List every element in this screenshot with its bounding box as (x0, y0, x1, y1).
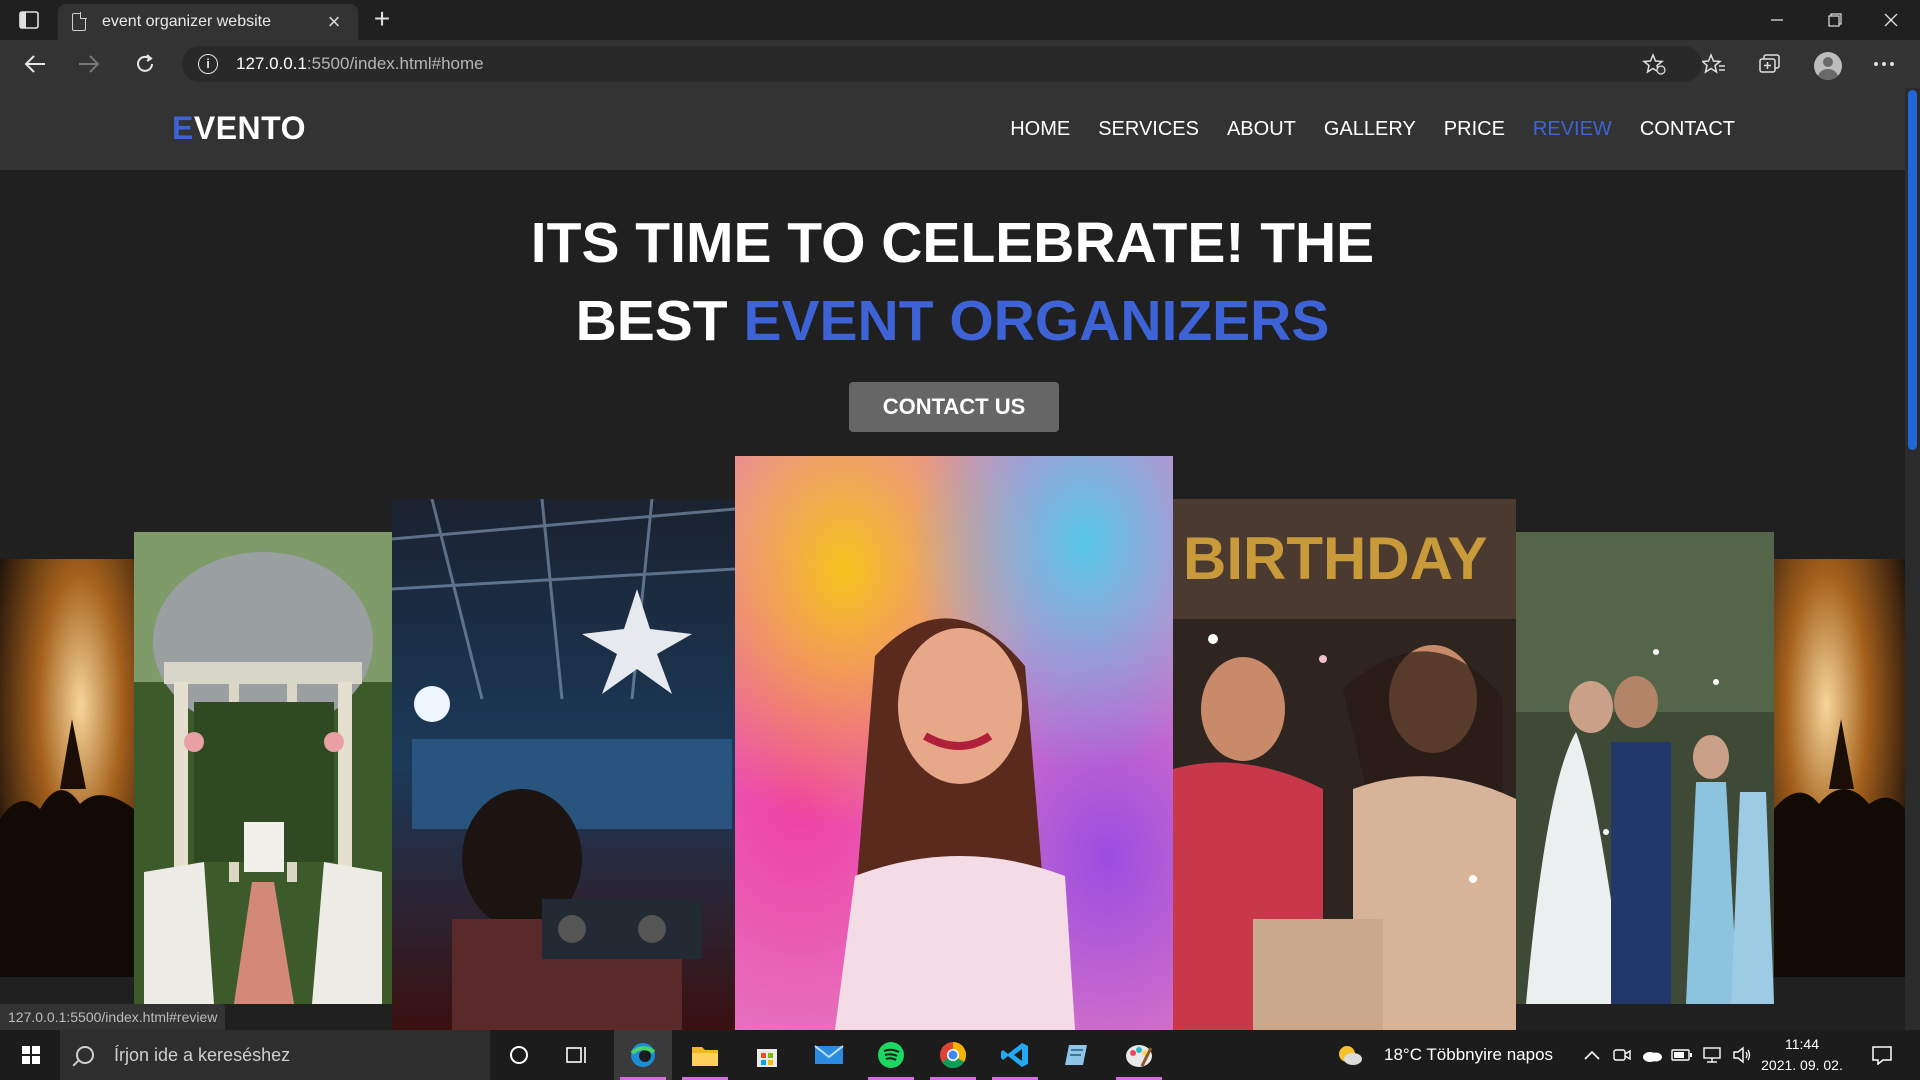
paint-icon[interactable] (1110, 1030, 1168, 1080)
clock-time: 11:44 (1785, 1036, 1819, 1052)
weather-icon[interactable] (1330, 1030, 1370, 1080)
network-icon[interactable] (1696, 1030, 1728, 1080)
close-window-icon[interactable] (1862, 0, 1920, 40)
site-logo[interactable]: EVENTO (172, 110, 306, 147)
nav-home[interactable]: HOME (1010, 118, 1070, 141)
gazebo-photo (134, 532, 392, 1004)
volume-icon[interactable] (1726, 1030, 1758, 1080)
nav-services[interactable]: SERVICES (1098, 118, 1199, 141)
file-explorer-icon[interactable] (676, 1030, 734, 1080)
document-icon (72, 12, 87, 31)
concert-photo (0, 559, 134, 977)
scrollbar-thumb[interactable] (1908, 90, 1917, 450)
contact-us-button[interactable]: CONTACT US (849, 382, 1059, 432)
tab-close-icon[interactable]: × (324, 11, 344, 33)
nav-price[interactable]: PRICE (1444, 118, 1505, 141)
chrome-icon[interactable] (924, 1030, 982, 1080)
cortana-icon[interactable] (490, 1030, 548, 1080)
browser-tab-bar: event organizer website × + (0, 0, 1920, 40)
main-nav: HOME SERVICES ABOUT GALLERY PRICE REVIEW… (1010, 88, 1735, 170)
nav-gallery[interactable]: GALLERY (1324, 118, 1416, 141)
hero-title: ITS TIME TO CELEBRATE! THE BEST EVENT OR… (0, 204, 1905, 360)
add-favorite-icon[interactable] (1636, 48, 1672, 80)
browser-toolbar: i 127.0.0.1:5500/index.html#home (0, 40, 1920, 88)
url-path: :5500/index.html#home (306, 54, 484, 73)
url-host: 127.0.0.1 (236, 54, 307, 73)
tab-title: event organizer website (102, 13, 271, 30)
holi-colors-photo (735, 456, 1173, 1030)
tab-actions-icon[interactable] (16, 8, 42, 32)
collections-icon[interactable] (1752, 48, 1788, 80)
refresh-icon[interactable] (128, 48, 162, 80)
back-arrow-icon[interactable] (18, 48, 52, 80)
clock-date: 2021. 09. 02. (1761, 1057, 1843, 1073)
edge-browser-icon[interactable] (614, 1030, 672, 1080)
restore-icon[interactable] (1806, 0, 1864, 40)
nav-review[interactable]: REVIEW (1533, 118, 1612, 141)
page-scrollbar[interactable] (1905, 88, 1920, 1030)
page-viewport: BIRTHDAY EVENTO HOME SERVICES ABOUT GALL… (0, 88, 1920, 1030)
spotify-icon[interactable] (862, 1030, 920, 1080)
windows-taskbar: Írjon ide a kereséshez 18°C Többnyire na… (0, 1030, 1920, 1080)
new-tab-button[interactable]: + (368, 5, 396, 34)
dj-party-photo (392, 499, 735, 1030)
logo-rest: VENTO (193, 110, 306, 146)
birthday-photo: BIRTHDAY (1173, 499, 1516, 1030)
task-view-icon[interactable] (548, 1030, 606, 1080)
profile-avatar[interactable] (1814, 52, 1842, 80)
concert-photo-right (1774, 559, 1905, 977)
site-info-icon[interactable]: i (198, 54, 218, 74)
battery-icon[interactable] (1666, 1030, 1698, 1080)
notes-app-icon[interactable] (1048, 1030, 1106, 1080)
forward-arrow-icon[interactable] (72, 48, 106, 80)
address-bar[interactable]: i 127.0.0.1:5500/index.html#home (182, 46, 1702, 82)
nav-about[interactable]: ABOUT (1227, 118, 1296, 141)
taskbar-clock[interactable]: 11:44 2021. 09. 02. (1756, 1034, 1848, 1076)
hero-title-line1: ITS TIME TO CELEBRATE! THE (530, 211, 1375, 275)
vscode-icon[interactable] (986, 1030, 1044, 1080)
logo-initial: E (172, 110, 194, 146)
taskbar-search-input[interactable]: Írjon ide a kereséshez (60, 1030, 490, 1080)
nav-contact[interactable]: CONTACT (1640, 118, 1735, 141)
browser-tab[interactable]: event organizer website × (58, 4, 358, 40)
weather-text[interactable]: 18°C Többnyire napos (1384, 1030, 1553, 1080)
wedding-photo (1516, 532, 1774, 1004)
link-status-bar: 127.0.0.1:5500/index.html#review (0, 1004, 226, 1030)
notifications-icon[interactable] (1856, 1030, 1908, 1080)
minimize-icon[interactable] (1748, 0, 1806, 40)
windows-start-icon[interactable] (10, 1040, 52, 1070)
search-icon (76, 1046, 94, 1064)
meet-now-icon[interactable] (1606, 1030, 1638, 1080)
favorites-icon[interactable] (1696, 48, 1732, 80)
onedrive-icon[interactable] (1636, 1030, 1668, 1080)
more-options-icon[interactable] (1866, 48, 1902, 80)
search-placeholder: Írjon ide a kereséshez (114, 1044, 291, 1065)
site-header: EVENTO HOME SERVICES ABOUT GALLERY PRICE… (0, 88, 1905, 170)
svg-text:BIRTHDAY: BIRTHDAY (1183, 525, 1487, 592)
hero-title-accent: EVENT ORGANIZERS (743, 289, 1330, 353)
mail-icon[interactable] (800, 1030, 858, 1080)
hero-title-line2: BEST (575, 289, 744, 353)
store-icon[interactable] (738, 1030, 796, 1080)
